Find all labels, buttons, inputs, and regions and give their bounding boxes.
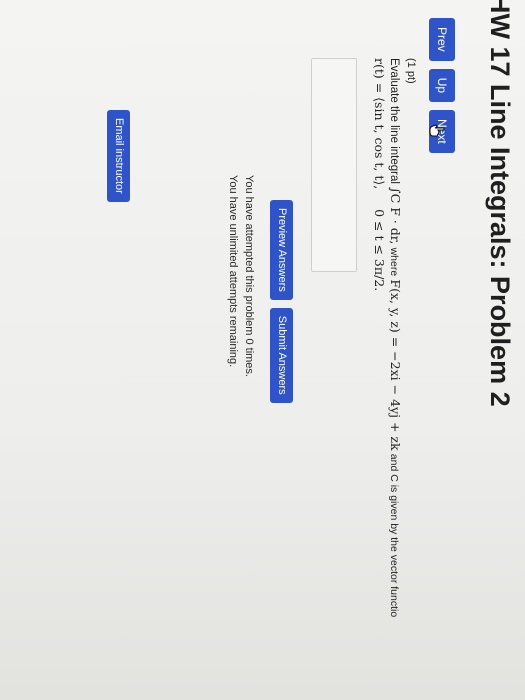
up-button[interactable]: Up <box>429 68 455 103</box>
problem-line-1: Evaluate the line integral ∫C F · dr, wh… <box>388 58 403 698</box>
attempts-info: You have attempted this problem 0 times.… <box>225 175 257 377</box>
problem-line-2: r(t) = ⟨sin t, cos t, t⟩, 0 ≤ t ≤ 3π/2. <box>372 58 387 698</box>
curve-expression: r(t) = ⟨sin t, cos t, t⟩, <box>372 58 387 190</box>
preview-answers-button[interactable]: Preview Answers <box>270 200 293 300</box>
attempts-count: You have attempted this problem 0 times. <box>243 175 255 377</box>
prev-button[interactable]: Prev <box>429 18 455 61</box>
page-title: HW 17 Line Integrals: Problem 2 <box>485 0 515 407</box>
hand-cursor-icon <box>429 124 445 137</box>
attempts-remaining: You have unlimited attempts remaining. <box>227 175 239 368</box>
submit-answers-button[interactable]: Submit Answers <box>270 307 293 403</box>
email-instructor-button[interactable]: Email instructor <box>107 110 130 202</box>
vector-field-expression: F(x, y, z) = −2xi − 4yj + zk <box>388 279 403 451</box>
curve-intro: and C is given by the vector functio <box>388 453 400 618</box>
answer-actions: Preview Answers Submit Answers <box>270 200 293 403</box>
integral-expression: ∫C F · dr, <box>388 187 403 245</box>
parameter-range: 0 ≤ t ≤ 3π/2. <box>372 209 387 292</box>
problem-intro: Evaluate the line integral <box>388 58 400 184</box>
answer-input[interactable] <box>311 58 357 272</box>
problem-statement: (1 pt) Evaluate the line integral ∫C F ·… <box>372 58 417 698</box>
where-word: where <box>388 247 400 277</box>
points-label: (1 pt) <box>405 58 417 84</box>
webwork-page: HW 17 Line Integrals: Problem 2 Prev Up … <box>0 0 525 700</box>
